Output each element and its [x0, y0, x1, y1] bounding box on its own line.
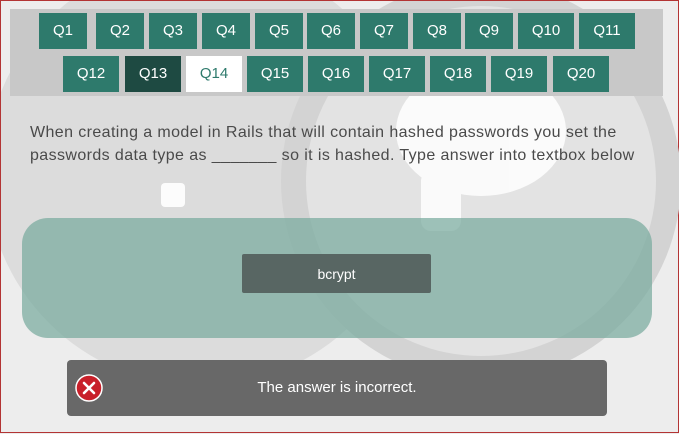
question-button-19[interactable]: Q19	[491, 56, 547, 92]
answer-input[interactable]	[242, 254, 431, 293]
question-button-6[interactable]: Q6	[307, 13, 355, 49]
question-mark-icon	[161, 183, 185, 207]
error-x-icon	[75, 374, 103, 402]
question-button-13[interactable]: Q13	[125, 56, 181, 92]
question-button-7[interactable]: Q7	[360, 13, 408, 49]
question-button-4[interactable]: Q4	[202, 13, 250, 49]
question-button-10[interactable]: Q10	[518, 13, 574, 49]
question-button-16[interactable]: Q16	[308, 56, 364, 92]
question-button-12[interactable]: Q12	[63, 56, 119, 92]
feedback-message: The answer is incorrect.	[257, 379, 417, 396]
question-button-15[interactable]: Q15	[247, 56, 303, 92]
question-button-11[interactable]: Q11	[579, 13, 635, 49]
question-button-20[interactable]: Q20	[553, 56, 609, 92]
question-button-2[interactable]: Q2	[96, 13, 144, 49]
question-button-1[interactable]: Q1	[39, 13, 87, 49]
question-navigation: Q1 Q2 Q3 Q4 Q5 Q6 Q7 Q8 Q9 Q10 Q11 Q12 Q…	[10, 9, 663, 96]
question-button-9[interactable]: Q9	[465, 13, 513, 49]
question-text: When creating a model in Rails that will…	[30, 124, 635, 164]
answer-panel	[22, 218, 652, 338]
question-button-5[interactable]: Q5	[255, 13, 303, 49]
question-button-18[interactable]: Q18	[430, 56, 486, 92]
question-button-3[interactable]: Q3	[149, 13, 197, 49]
feedback-banner: The answer is incorrect.	[67, 360, 607, 416]
question-button-8[interactable]: Q8	[413, 13, 461, 49]
question-button-17[interactable]: Q17	[369, 56, 425, 92]
question-button-14[interactable]: Q14	[186, 56, 242, 92]
